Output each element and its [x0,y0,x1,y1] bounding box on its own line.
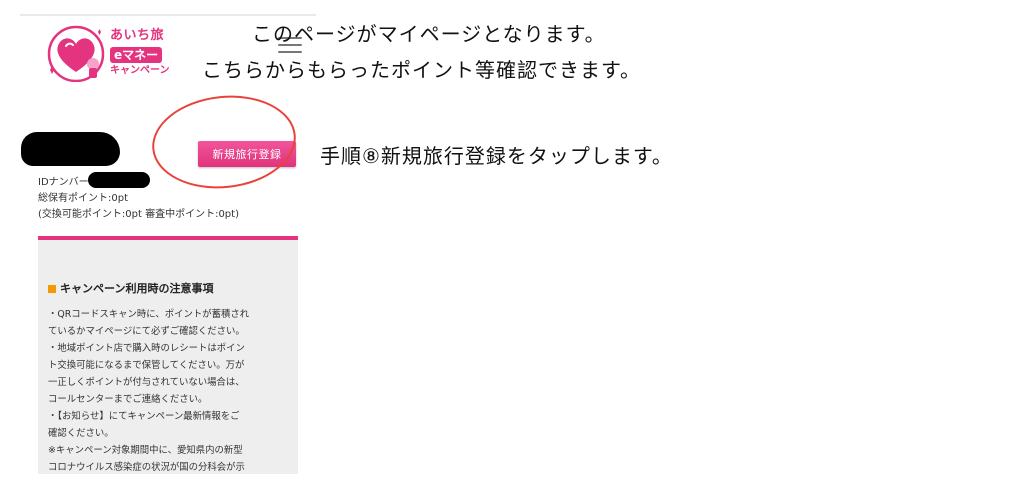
menu-bar [278,51,302,53]
bullet-square-icon [48,285,56,293]
notice-line: ・QRコードスキャン時に、ポイントが蓄積され [48,309,250,320]
total-points: 総保有ポイント:0pt [38,193,128,204]
notice-body: ・QRコードスキャン時に、ポイントが蓄積され ているかマイページにて必ずご確認く… [48,306,294,474]
annotation-line-1: このページがマイページとなります。 [252,22,606,46]
notice-line: 一正しくポイントが付与されていない場合は、 [48,377,245,388]
notice-panel: キャンペーン利用時の注意事項 ・QRコードスキャン時に、ポイントが蓄積され てい… [38,236,298,474]
logo-line-3: キャンペーン [110,65,170,76]
id-number-label: IDナンバー [38,177,89,188]
points-breakdown: (交換可能ポイント:0pt 審査中ポイント:0pt) [38,209,239,220]
redacted-id-number [88,172,150,188]
notice-line: ・【お知らせ】にてキャンペーン最新情報をご [48,411,240,422]
annotation-step-8: 手順⑧新規旅行登録をタップします。 [320,144,673,168]
notice-title-text: キャンペーン利用時の注意事項 [60,282,214,295]
annotation-line-2: こちらからもらったポイント等確認できます。 [202,58,641,82]
notice-line: ※キャンペーン対象期間中に、愛知県内の新型 [48,445,243,456]
notice-line: 確認ください。 [48,428,114,439]
notice-line: ているかマイページにて必ずご確認ください。 [48,326,245,337]
mobile-screenshot: あいち旅 eマネー キャンペーン 新規旅行登録 IDナンバー 総保有ポイント:0… [20,14,316,474]
logo-line-1: あいち旅 [110,28,165,43]
new-trip-register-button[interactable]: 新規旅行登録 [198,141,296,167]
notice-line: コロナウイルス感染症の状況が国の分科会が示 [48,462,245,473]
notice-title: キャンペーン利用時の注意事項 [48,280,213,296]
notice-line: コールセンターまでご連絡ください。 [48,394,208,405]
redacted-user-name [21,132,120,166]
top-divider [20,14,316,16]
notice-line: ・地域ポイント店で購入時のレシートはポイン [48,343,245,354]
notice-line: ト交換可能になるまで保管してください。万が [48,360,245,371]
heart-logo-icon [47,25,105,82]
logo-line-2: eマネー [110,47,163,63]
logo-wordmark: あいち旅 eマネー キャンペーン [110,28,176,78]
campaign-logo[interactable]: あいち旅 eマネー キャンペーン [44,22,172,84]
